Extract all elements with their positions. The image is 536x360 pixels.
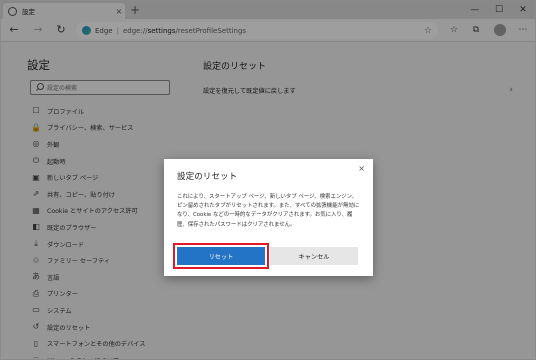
browser-window: 設定 × + — ☐ ✕ ← → ↻ Edge | edge://setting… — [0, 0, 536, 360]
reset-dialog: 設定のリセット × これにより、スタートアップ ページ、新しいタブ ページ、検索… — [164, 159, 373, 276]
dialog-title: 設定のリセット — [177, 172, 238, 182]
cancel-button[interactable]: キャンセル — [270, 247, 358, 265]
dialog-message: これにより、スタートアップ ページ、新しいタブ ページ、検索エンジン、ピン留めさ… — [177, 194, 360, 228]
highlight-box — [173, 243, 269, 269]
close-icon[interactable]: × — [358, 164, 365, 173]
